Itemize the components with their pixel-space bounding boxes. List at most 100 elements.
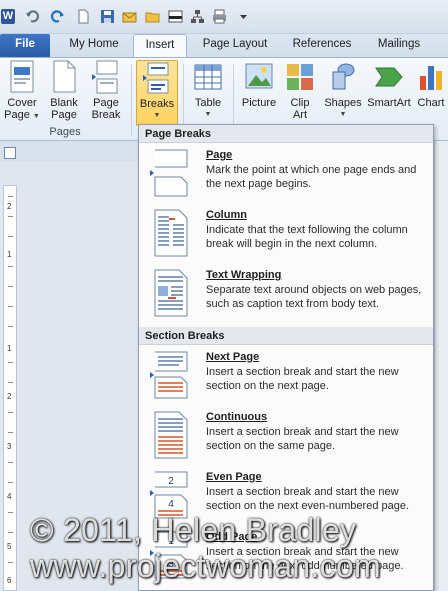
ruler-tick bbox=[8, 196, 13, 197]
open-folder-icon[interactable] bbox=[145, 9, 160, 24]
page-break-label-1: Page bbox=[93, 97, 119, 109]
menu-item-title: Column bbox=[206, 209, 247, 221]
tab-mailings[interactable]: Mailings bbox=[370, 34, 428, 57]
menu-item-title: Continuous bbox=[206, 411, 268, 423]
ruler-tick bbox=[8, 462, 13, 463]
breaks-button[interactable]: Breaks ▼ bbox=[136, 60, 178, 126]
page-break-button[interactable]: Page Break bbox=[86, 60, 126, 126]
ruler-tick bbox=[8, 532, 13, 533]
picture-button[interactable]: Picture bbox=[238, 60, 280, 126]
ruler-tick bbox=[8, 266, 13, 267]
tab-my-home[interactable]: My Home bbox=[60, 34, 128, 57]
clip-art-label-1: Clip bbox=[290, 97, 310, 109]
word-logo-icon: W bbox=[1, 9, 15, 24]
menu-item-title: Page bbox=[206, 149, 233, 161]
save-icon[interactable] bbox=[100, 9, 115, 24]
ribbon-tab-row: File My Home Insert Page Layout Referenc… bbox=[0, 34, 448, 57]
ruler-tick bbox=[8, 326, 13, 327]
ruler-tick bbox=[8, 216, 13, 217]
menu-item-description: Insert a section break and start the new… bbox=[206, 366, 399, 392]
menu-item-description: Insert a section break and start the new… bbox=[206, 486, 410, 512]
shapes-icon bbox=[332, 63, 355, 90]
page-break-icon bbox=[150, 149, 188, 197]
email-icon[interactable] bbox=[122, 9, 137, 24]
new-document-icon[interactable] bbox=[76, 9, 91, 24]
table-button[interactable]: Table ▼ bbox=[188, 60, 228, 126]
menu-item-description: Insert a section break and start the new… bbox=[206, 426, 399, 452]
picture-icon bbox=[245, 63, 273, 89]
horizontal-line-icon[interactable] bbox=[168, 9, 183, 24]
tab-page-layout[interactable]: Page Layout bbox=[195, 34, 275, 57]
menu-item-description: Mark the point at which one page ends an… bbox=[206, 164, 417, 190]
smartart-icon bbox=[375, 67, 403, 87]
blank-page-icon bbox=[53, 60, 76, 93]
tab-selector-button[interactable] bbox=[4, 147, 16, 159]
ruler-tick bbox=[8, 286, 13, 287]
svg-text:4: 4 bbox=[168, 499, 174, 510]
print-icon[interactable] bbox=[212, 9, 227, 24]
clip-art-button[interactable]: Clip Art bbox=[282, 60, 318, 126]
menu-item-title: Next Page bbox=[206, 351, 260, 363]
ruler-tick bbox=[8, 236, 13, 237]
picture-label: Picture bbox=[241, 97, 277, 109]
ruler-tick bbox=[8, 362, 13, 363]
copyright-watermark: © 2011, Helen Bradley bbox=[30, 512, 357, 548]
section-breaks-header: Section Breaks bbox=[139, 327, 433, 345]
ruler-number: 5 bbox=[7, 542, 12, 551]
menu-item-description: Indicate that the text following the col… bbox=[206, 224, 408, 250]
continuous-section-icon bbox=[154, 411, 188, 459]
customize-toolbar-icon[interactable] bbox=[236, 9, 251, 24]
tab-insert[interactable]: Insert bbox=[133, 34, 187, 57]
menu-item-title: Even Page bbox=[206, 471, 262, 483]
blank-page-label-2: Page bbox=[51, 109, 77, 121]
ruler-tick bbox=[8, 482, 13, 483]
chevron-down-icon: ▼ bbox=[339, 111, 347, 118]
page-breaks-header: Page Breaks bbox=[139, 125, 433, 143]
ruler-number: 2 bbox=[7, 392, 12, 401]
quick-access-toolbar: W bbox=[0, 0, 448, 34]
column-break-icon bbox=[154, 209, 188, 257]
ruler-tick bbox=[8, 412, 13, 413]
pages-group-label: Pages bbox=[49, 126, 81, 138]
ruler-number: 1 bbox=[7, 250, 12, 259]
tab-file[interactable]: File bbox=[0, 34, 50, 57]
menu-item-title: Text Wrapping bbox=[206, 269, 282, 281]
cover-page-label-1: Cover bbox=[7, 97, 37, 109]
svg-text:2: 2 bbox=[168, 476, 174, 487]
repeat-icon[interactable] bbox=[50, 9, 65, 24]
breaks-label: Breaks bbox=[139, 98, 175, 110]
menu-item-next-page[interactable]: Next Page Insert a section break and sta… bbox=[139, 347, 433, 407]
shapes-button[interactable]: Shapes ▼ bbox=[320, 60, 366, 126]
tab-references[interactable]: References bbox=[285, 34, 359, 57]
undo-icon[interactable] bbox=[25, 9, 40, 24]
blank-page-label-1: Blank bbox=[50, 97, 78, 109]
menu-item-page-break[interactable]: Page Mark the point at which one page en… bbox=[139, 145, 433, 205]
ruler-number: 2 bbox=[7, 202, 12, 211]
vertical-scrollbar[interactable] bbox=[434, 141, 448, 591]
chart-icon bbox=[420, 66, 442, 90]
ruler-number: 6 bbox=[7, 576, 12, 585]
cover-page-button[interactable]: Cover Page ▼ bbox=[2, 60, 42, 126]
menu-item-continuous[interactable]: Continuous Insert a section break and st… bbox=[139, 407, 433, 467]
ruler-tick bbox=[8, 432, 13, 433]
menu-item-description: Separate text around objects on web page… bbox=[206, 284, 422, 310]
menu-item-column-break[interactable]: Column Indicate that the text following … bbox=[139, 205, 433, 265]
ruler-number: 4 bbox=[7, 492, 12, 501]
cover-page-icon bbox=[10, 60, 34, 93]
next-page-section-icon bbox=[150, 351, 188, 399]
group-separator bbox=[131, 64, 132, 136]
chart-button[interactable]: Chart bbox=[414, 60, 448, 126]
ruler-tick bbox=[8, 382, 13, 383]
clip-art-icon bbox=[287, 64, 313, 90]
text-wrapping-icon bbox=[154, 269, 188, 317]
vertical-ruler[interactable]: 2 1 1 2 3 4 5 6 bbox=[3, 185, 17, 591]
ruler-tick bbox=[8, 562, 13, 563]
shapes-label: Shapes bbox=[324, 97, 362, 109]
network-icon[interactable] bbox=[190, 9, 205, 24]
cover-page-label-2: Page bbox=[4, 109, 30, 121]
smartart-button[interactable]: SmartArt bbox=[366, 60, 412, 126]
menu-item-text-wrapping[interactable]: Text Wrapping Separate text around objec… bbox=[139, 265, 433, 325]
blank-page-button[interactable]: Blank Page bbox=[44, 60, 84, 126]
ruler-number: 3 bbox=[7, 442, 12, 451]
breaks-icon bbox=[143, 62, 169, 94]
